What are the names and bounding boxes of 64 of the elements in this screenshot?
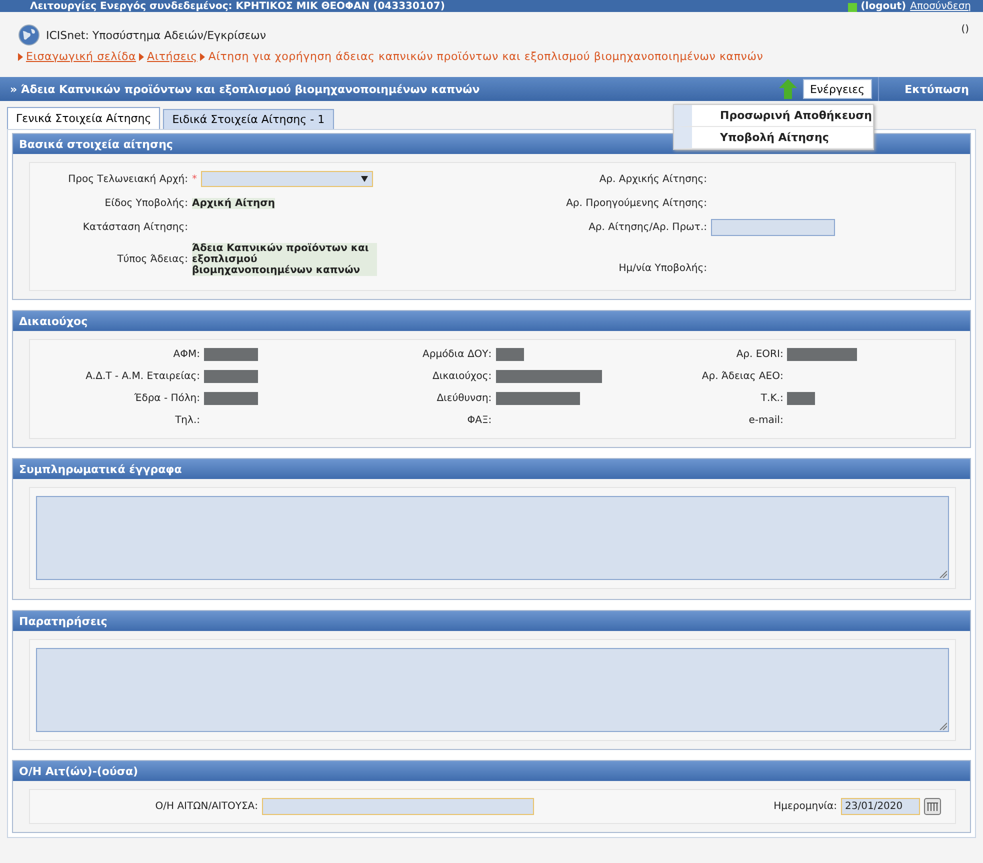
field-label: Αρ. Προηγούμενης Αίτησης: — [565, 198, 707, 208]
redacted-block — [204, 392, 258, 404]
section-header: Παρατηρήσεις — [13, 611, 970, 631]
caret-icon — [361, 176, 368, 182]
redacted-block — [787, 392, 816, 404]
input-field[interactable] — [262, 798, 534, 815]
field-label: Τηλ.: — [174, 414, 200, 426]
resize-grip-icon — [939, 722, 947, 730]
field-label: Τ.Κ.: — [760, 392, 784, 404]
field-label: Διεύθυνση: — [436, 392, 492, 404]
field-label: Ημ/νία Υποβολής: — [618, 262, 707, 274]
session-info: Λειτουργίες Ενεργός συνδεδεμένος: ΚΡΗΤΙΚΟΣ ΜΙΚ ΘΕΟΦΑΝ (043330107) — [30, 2, 445, 12]
breadcrumb-link[interactable]: Εισαγωγική σελίδα — [26, 50, 136, 63]
calendar-icon[interactable] — [924, 798, 941, 815]
field-label: Δικαιούχος: — [432, 370, 492, 382]
field-label: ΦΑΞ: — [466, 414, 492, 426]
text-area[interactable] — [36, 648, 949, 732]
required-mark: * — [192, 174, 197, 184]
status-text: (logout) — [860, 2, 906, 12]
redacted-block — [787, 348, 858, 360]
section-header: Ο/Η Αιτ(ών)-(ούσα) — [13, 761, 970, 781]
field-label: ΑΦΜ: — [172, 348, 200, 360]
resize-grip-icon — [939, 570, 947, 578]
section-header: Δικαιούχος — [13, 311, 970, 331]
redacted-block — [496, 348, 524, 360]
triangle-icon — [200, 52, 206, 60]
up-arrow-icon[interactable] — [778, 79, 797, 99]
field-label: Κατάσταση Αίτησης: — [82, 222, 188, 232]
redacted-block — [204, 370, 258, 382]
field-label: Ημερομηνία: — [772, 801, 837, 812]
globe-icon — [18, 24, 40, 46]
page-title: » Άδεια Καπνικών προϊόντων και εξοπλισμού βιομηχανοποιημένων καπνών — [9, 82, 481, 96]
tab[interactable]: Γενικά Στοιχεία Αίτησης — [7, 107, 160, 129]
print-button[interactable]: Εκτύπωση — [878, 77, 983, 101]
field-label: e-mail: — [748, 414, 784, 426]
breadcrumb-link[interactable]: Αιτήσεις — [147, 50, 198, 63]
breadcrumb-current: Αίτηση για χορήγηση άδειας καπνικών προϊόντων και εξοπλισμού βιομηχανοποιημένων καπνών — [208, 50, 764, 63]
field-label: Έδρα - Πόλη: — [133, 392, 200, 404]
field-label: Αρμόδια ΔΟΥ: — [422, 348, 492, 360]
app-title: ICISnet: Υποσύστημα Αδειών/Εγκρίσεων — [46, 28, 266, 42]
field-label: Τύπος Άδειας: — [116, 254, 188, 265]
text-area[interactable] — [36, 496, 949, 580]
field-label: Αρ. Αρχικής Αίτησης: — [598, 174, 707, 184]
input-field[interactable] — [711, 219, 835, 236]
field-label: Αρ. EORI: — [735, 348, 784, 360]
field-label: Αρ. Αίτησης/Αρ. Πρωτ.: — [588, 222, 707, 233]
field-label: Προς Τελωνειακή Αρχή: — [67, 174, 188, 184]
field-label: Ο/Η ΑΙΤΩΝ/ΑΙΤΟΥΣΑ: — [154, 801, 258, 812]
field-value: Άδεια Καπνικών προϊόντων και εξοπλισμού βιομηχανοποιημένων καπνών — [192, 243, 377, 276]
header-text: () — [961, 24, 969, 37]
redacted-block — [204, 348, 258, 360]
dropdown-select[interactable] — [201, 171, 373, 187]
triangle-icon — [18, 52, 23, 60]
field-value: Αρχική Αίτηση — [192, 198, 275, 208]
field-label: Αρ. Άδειας ΑΕΟ: — [700, 370, 784, 382]
field-label: Α.Δ.Τ - Α.Μ. Εταιρείας: — [84, 370, 200, 382]
field-label: Είδος Υποβολής: — [104, 198, 188, 208]
logout-link[interactable]: Αποσύνδεση — [910, 2, 971, 12]
triangle-icon — [139, 52, 144, 60]
status-icon — [848, 3, 857, 12]
date-field[interactable]: 23/01/2020 — [841, 798, 920, 815]
tab[interactable]: Ειδικά Στοιχεία Αίτησης - 1 — [163, 109, 334, 129]
actions-button[interactable]: Ενέργειες — [802, 79, 872, 99]
section-header: Συμπληρωματικά έγγραφα — [13, 459, 970, 479]
